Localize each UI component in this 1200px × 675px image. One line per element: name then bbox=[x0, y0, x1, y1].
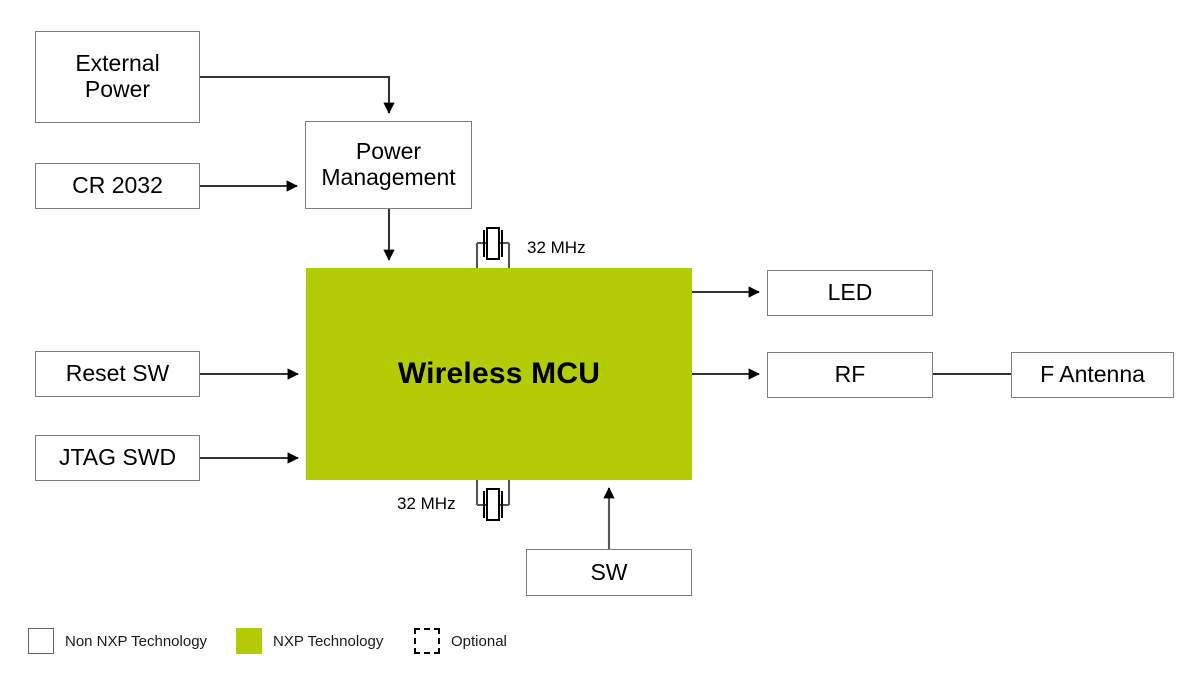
block-sw-label: SW bbox=[590, 558, 628, 585]
block-jtag-swd[interactable]: JTAG SWD bbox=[35, 435, 200, 481]
legend-item-non-nxp: Non NXP Technology bbox=[28, 628, 207, 654]
legend-swatch-optional-icon bbox=[414, 628, 440, 654]
block-power-management[interactable]: Power Management bbox=[305, 121, 472, 209]
crystal-top-icon bbox=[475, 227, 511, 268]
legend-label-optional: Optional bbox=[451, 632, 507, 650]
block-led-label: LED bbox=[827, 279, 873, 306]
block-rf[interactable]: RF bbox=[767, 352, 933, 398]
block-external-power-label-line1: External bbox=[75, 50, 160, 77]
block-power-management-label-line2: Management bbox=[321, 164, 456, 190]
block-f-antenna[interactable]: F Antenna bbox=[1011, 352, 1174, 398]
crystal-bottom-icon bbox=[475, 480, 511, 521]
block-diagram-canvas: External Power CR 2032 Power Management … bbox=[0, 0, 1200, 675]
legend-swatch-nxp-icon bbox=[236, 628, 262, 654]
connector-external-power-to-power-management bbox=[200, 75, 395, 114]
legend-label-nxp: NXP Technology bbox=[273, 632, 384, 650]
block-power-management-label: Power Management bbox=[321, 138, 456, 191]
block-power-management-label-line1: Power bbox=[355, 138, 422, 165]
block-f-antenna-label: F Antenna bbox=[1040, 361, 1145, 388]
block-reset-sw[interactable]: Reset SW bbox=[35, 351, 200, 397]
legend-item-nxp: NXP Technology bbox=[236, 628, 383, 654]
legend-item-optional: Optional bbox=[414, 628, 507, 654]
crystal-top-label: 32 MHz bbox=[527, 238, 586, 257]
block-led[interactable]: LED bbox=[767, 270, 933, 316]
block-rf-label: RF bbox=[834, 361, 866, 388]
block-cr2032[interactable]: CR 2032 bbox=[35, 163, 200, 209]
block-sw[interactable]: SW bbox=[526, 549, 692, 596]
block-external-power-label: External Power bbox=[75, 50, 160, 103]
block-wireless-mcu[interactable]: Wireless MCU bbox=[306, 268, 692, 480]
block-cr2032-label: CR 2032 bbox=[72, 172, 163, 199]
legend-label-non-nxp: Non NXP Technology bbox=[65, 632, 208, 650]
legend-swatch-non-nxp-icon bbox=[28, 628, 54, 654]
block-reset-sw-label: Reset SW bbox=[65, 360, 170, 387]
block-external-power[interactable]: External Power bbox=[35, 31, 200, 123]
block-jtag-swd-label: JTAG SWD bbox=[58, 444, 177, 471]
crystal-bottom-label: 32 MHz bbox=[397, 494, 456, 513]
block-external-power-label-line2: Power bbox=[84, 76, 151, 102]
block-wireless-mcu-label: Wireless MCU bbox=[397, 357, 601, 391]
